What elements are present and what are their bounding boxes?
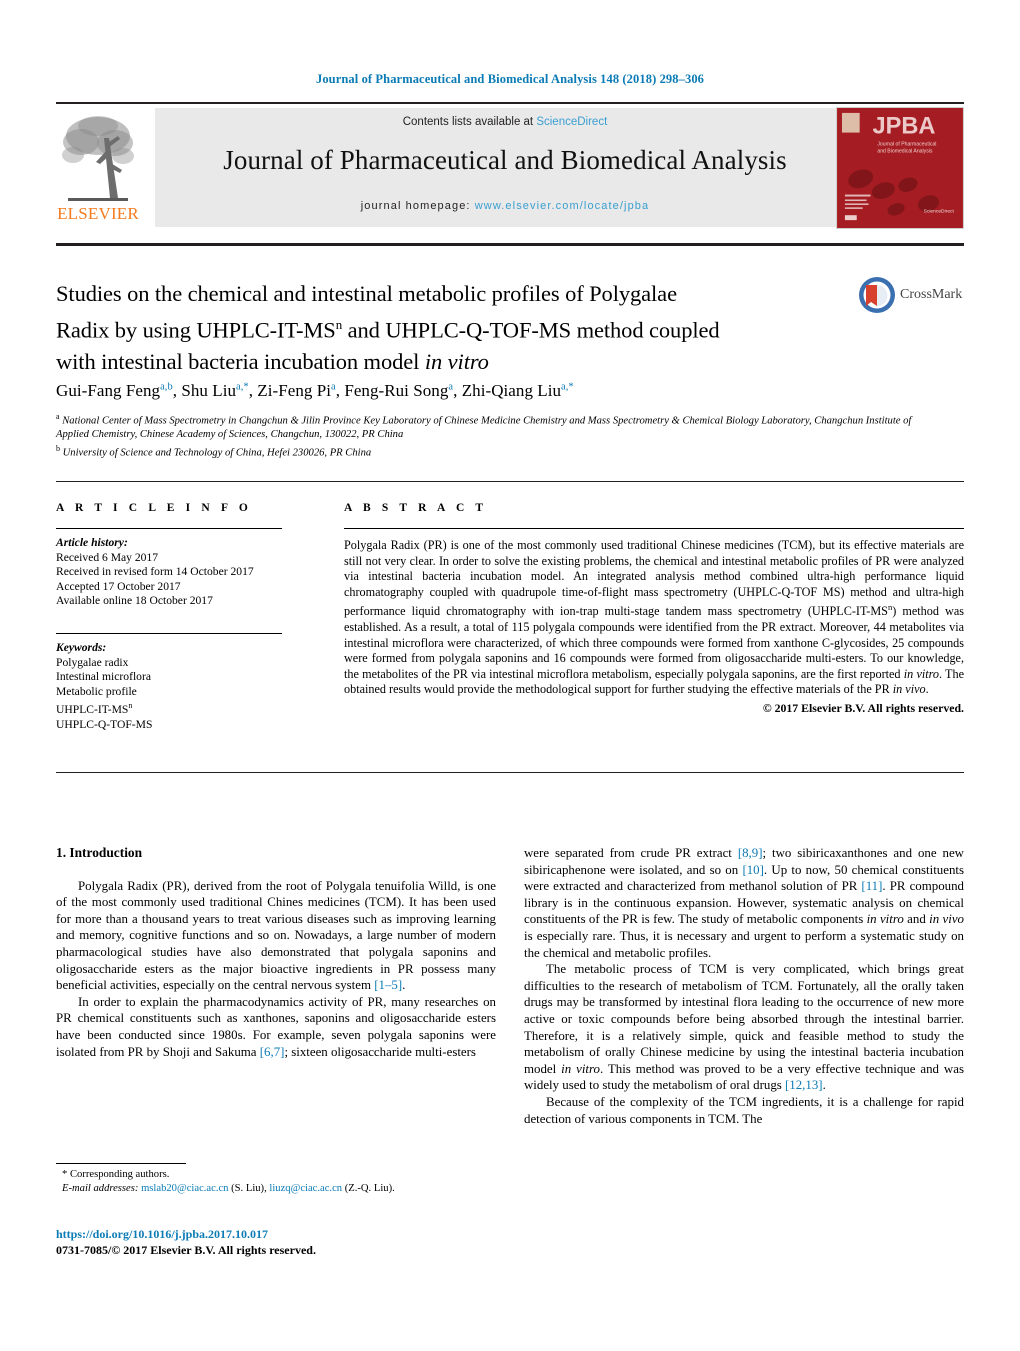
elsevier-tree-icon bbox=[60, 110, 136, 204]
footnote-rule bbox=[56, 1163, 186, 1164]
keyword-item: Metabolic profile bbox=[56, 684, 137, 698]
article-history-label: Article history: bbox=[56, 536, 128, 549]
sciencedirect-link[interactable]: ScienceDirect bbox=[536, 116, 607, 128]
intro-paragraph-5: Because of the complexity of the TCM ing… bbox=[524, 1094, 964, 1126]
affiliation-b: b University of Science and Technology o… bbox=[56, 442, 936, 460]
abstract-text: Polygala Radix (PR) is one of the most c… bbox=[344, 538, 965, 697]
body-column-right: were separated from crude PR extract [8,… bbox=[524, 845, 964, 1127]
affiliations: a National Center of Mass Spectrometry i… bbox=[56, 410, 936, 460]
svg-text:and Biomedical Analysis: and Biomedical Analysis bbox=[877, 148, 933, 154]
info-section-bottom-rule bbox=[56, 772, 964, 773]
journal-masthead: ELSEVIER Contents lists available at Sci… bbox=[56, 102, 964, 229]
keyword-item: UHPLC-Q-TOF-MS bbox=[56, 717, 153, 731]
history-item: Available online 18 October 2017 bbox=[56, 594, 213, 608]
keyword-item: Polygalae radix bbox=[56, 655, 129, 669]
affil-marker-a: a bbox=[56, 412, 60, 421]
masthead-center-panel: Contents lists available at ScienceDirec… bbox=[155, 108, 855, 227]
history-item: Received in revised form 14 October 2017 bbox=[56, 565, 254, 579]
page-title: Studies on the chemical and intestinal m… bbox=[56, 278, 846, 377]
affiliation-a-text: National Center of Mass Spectrometry in … bbox=[56, 415, 912, 441]
crossmark-label: CrossMark bbox=[900, 287, 963, 302]
elsevier-wordmark: ELSEVIER bbox=[57, 204, 139, 223]
contents-prefix: Contents lists available at bbox=[402, 116, 537, 128]
footnote-block: * Corresponding authors. E-mail addresse… bbox=[56, 1168, 496, 1195]
abstract-copyright: © 2017 Elsevier B.V. All rights reserved… bbox=[762, 701, 964, 715]
corresponding-authors-note: * Corresponding authors. bbox=[62, 1169, 170, 1180]
title-line-1: Studies on the chemical and intestinal m… bbox=[56, 281, 677, 306]
keyword-item: Intestinal microflora bbox=[56, 670, 151, 684]
abstract-rule bbox=[344, 528, 964, 529]
intro-paragraph-2: In order to explain the pharmacodynamics… bbox=[56, 994, 496, 1059]
email-addresses-line: E-mail addresses: mslab20@ciac.ac.cn (S.… bbox=[56, 1182, 496, 1196]
email-owner-1: (S. Liu), bbox=[231, 1182, 267, 1194]
abstract-heading: A B S T R A C T bbox=[344, 502, 488, 514]
title-block: Studies on the chemical and intestinal m… bbox=[56, 278, 846, 377]
crossmark-badge[interactable]: CrossMark bbox=[858, 276, 962, 316]
author-list: Gui-Fang Fenga,b, Shu Liua,*, Zi-Feng Pi… bbox=[56, 381, 574, 400]
issn-copyright-line: 0731-7085/© 2017 Elsevier B.V. All right… bbox=[56, 1243, 316, 1257]
intro-paragraph-4: The metabolic process of TCM is very com… bbox=[524, 962, 964, 1093]
svg-text:Journal of Pharmaceutical: Journal of Pharmaceutical bbox=[877, 141, 936, 147]
abstract-column: A B S T R A C T Polygala Radix (PR) is o… bbox=[344, 502, 964, 716]
affiliation-a: a National Center of Mass Spectrometry i… bbox=[56, 410, 936, 442]
journal-homepage-link[interactable]: www.elsevier.com/locate/jpba bbox=[475, 200, 649, 212]
title-line-2a: Radix by using UHPLC-IT-MS bbox=[56, 317, 336, 343]
affil-marker-b: b bbox=[56, 443, 60, 453]
journal-homepage-line: journal homepage: www.elsevier.com/locat… bbox=[155, 200, 855, 212]
contents-available-line: Contents lists available at ScienceDirec… bbox=[155, 116, 855, 128]
title-line-2b: and UHPLC-Q-TOF-MS method coupled bbox=[342, 317, 720, 343]
svg-text:JPBA: JPBA bbox=[872, 114, 935, 140]
history-item: Accepted 17 October 2017 bbox=[56, 579, 181, 593]
intro-paragraph-3: were separated from crude PR extract [8,… bbox=[524, 846, 965, 960]
running-head: Journal of Pharmaceutical and Biomedical… bbox=[315, 72, 705, 86]
affiliation-b-text: University of Science and Technology of … bbox=[62, 447, 372, 459]
keywords-block: Keywords: Polygalae radix Intestinal mic… bbox=[56, 641, 306, 732]
article-info-rule-1 bbox=[56, 528, 282, 529]
info-section-top-rule bbox=[56, 481, 964, 482]
body-column-left: 1. Introduction Polygala Radix (PR), der… bbox=[56, 845, 496, 1060]
section-heading-introduction: 1. Introduction bbox=[56, 845, 143, 860]
intro-paragraph-1: Polygala Radix (PR), derived from the ro… bbox=[56, 878, 496, 993]
article-info-rule-2 bbox=[56, 632, 282, 634]
journal-title: Journal of Pharmaceutical and Biomedical… bbox=[223, 145, 787, 175]
svg-text:ScienceDirect: ScienceDirect bbox=[924, 208, 955, 214]
crossmark-icon[interactable] bbox=[858, 276, 896, 314]
email-link-2[interactable]: liuzq@ciac.ac.cn bbox=[269, 1183, 342, 1194]
title-line-3a: with intestinal bacteria incubation mode… bbox=[56, 348, 425, 374]
article-info-heading: A R T I C L E I N F O bbox=[56, 502, 252, 514]
title-in-vitro: in vitro bbox=[424, 348, 489, 374]
homepage-prefix: journal homepage: bbox=[360, 200, 475, 212]
elsevier-logo: ELSEVIER bbox=[56, 110, 140, 228]
history-item: Received 6 May 2017 bbox=[56, 550, 159, 564]
email-addresses-label: E-mail addresses: bbox=[62, 1182, 139, 1194]
email-owner-2: (Z.-Q. Liu). bbox=[344, 1182, 395, 1194]
journal-cover-thumbnail: JPBA Journal of Pharmaceutical and Biome… bbox=[836, 107, 964, 229]
email-link-1[interactable]: mslab20@ciac.ac.cn bbox=[141, 1183, 228, 1194]
article-info-column: A R T I C L E I N F O Article history: R… bbox=[56, 502, 306, 732]
keyword-item-uhplc-it-ms: UHPLC-IT-MSn bbox=[56, 701, 133, 717]
masthead-bottom-rule bbox=[56, 243, 964, 246]
paper-page: Journal of Pharmaceutical and Biomedical… bbox=[0, 0, 1020, 1351]
keywords-label: Keywords: bbox=[56, 640, 107, 654]
doi-link[interactable]: https://doi.org/10.1016/j.jpba.2017.10.0… bbox=[56, 1227, 496, 1242]
keyword-superscript-n: n bbox=[128, 701, 133, 711]
